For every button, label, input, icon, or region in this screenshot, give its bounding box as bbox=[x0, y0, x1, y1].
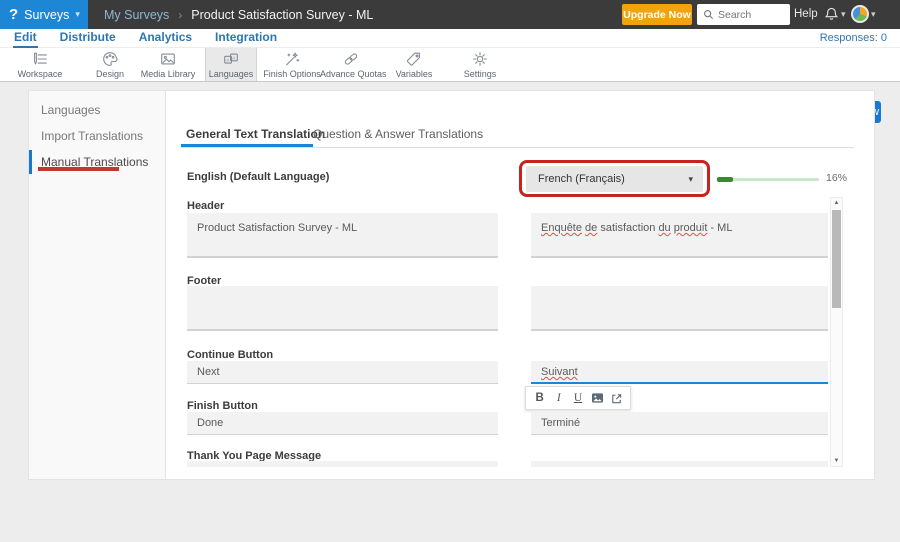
sidebar-item-manual-translations[interactable]: Manual Translations bbox=[29, 149, 165, 175]
insert-image-button[interactable] bbox=[590, 392, 605, 404]
translations-sidebar: Languages Import Translations Manual Tra… bbox=[29, 91, 166, 479]
translation-progress-label: 16% bbox=[826, 172, 847, 184]
tab-edit[interactable]: Edit bbox=[13, 29, 38, 48]
design-icon bbox=[101, 50, 119, 68]
header-translation-textarea[interactable]: Enquête de satisfaction du produit - ML bbox=[531, 213, 828, 258]
app-name: Surveys bbox=[24, 8, 69, 22]
edit-toolbar: Workspace Design Media Library xA Langua… bbox=[0, 48, 900, 82]
annotation-red-underline bbox=[38, 167, 119, 171]
footer-source-textarea[interactable] bbox=[187, 286, 498, 331]
insert-link-button[interactable] bbox=[609, 392, 624, 405]
field-label-header: Header bbox=[187, 200, 224, 212]
toolbar-media-library[interactable]: Media Library bbox=[135, 48, 201, 81]
continue-source-input[interactable]: Next bbox=[187, 361, 498, 384]
rich-text-toolbar: B I U bbox=[525, 386, 631, 410]
target-language-select[interactable]: French (Français) ▾ bbox=[526, 166, 703, 192]
bell-icon bbox=[824, 6, 839, 22]
avatar bbox=[851, 5, 869, 23]
variables-icon bbox=[405, 50, 423, 68]
top-header: ? Surveys ▾ My Surveys › Product Satisfa… bbox=[0, 0, 900, 29]
finish-options-icon bbox=[283, 50, 301, 68]
tab-distribute[interactable]: Distribute bbox=[59, 29, 117, 46]
search-icon bbox=[703, 9, 714, 20]
search-input[interactable] bbox=[718, 9, 782, 21]
chevron-down-icon: ▾ bbox=[841, 10, 846, 19]
thank-you-source-textarea[interactable] bbox=[187, 461, 498, 467]
translation-progress-bar bbox=[717, 178, 819, 181]
finish-source-input[interactable]: Done bbox=[187, 412, 498, 435]
toolbar-design[interactable]: Design bbox=[78, 48, 142, 81]
footer-translation-textarea[interactable] bbox=[531, 286, 828, 331]
finish-translation-input[interactable]: Terminé bbox=[531, 412, 828, 435]
chevron-down-icon: ▾ bbox=[75, 10, 80, 19]
tab-divider-line bbox=[181, 147, 854, 148]
breadcrumb: My Surveys › Product Satisfaction Survey… bbox=[104, 0, 373, 29]
global-search[interactable] bbox=[697, 4, 790, 25]
breadcrumb-survey-title: Product Satisfaction Survey - ML bbox=[191, 8, 373, 22]
responses-count[interactable]: Responses: 0 bbox=[820, 32, 887, 44]
scroll-down-icon[interactable]: ▼ bbox=[831, 458, 842, 464]
underline-button[interactable]: U bbox=[570, 392, 585, 404]
account-menu[interactable]: ▾ bbox=[851, 5, 876, 23]
source-language-label: English (Default Language) bbox=[187, 171, 329, 183]
tab-question-answer-translations[interactable]: Question & Answer Translations bbox=[313, 127, 483, 141]
settings-icon bbox=[471, 50, 489, 68]
notifications-menu[interactable]: ▾ bbox=[824, 6, 846, 22]
tab-analytics[interactable]: Analytics bbox=[138, 29, 193, 46]
toolbar-variables[interactable]: Variables bbox=[388, 48, 440, 81]
tab-integration[interactable]: Integration bbox=[214, 29, 278, 46]
toolbar-workspace[interactable]: Workspace bbox=[8, 48, 72, 81]
translations-scrollbar[interactable]: ▲ ▼ bbox=[830, 197, 843, 467]
survey-section-nav: Edit Distribute Analytics Integration Re… bbox=[0, 29, 900, 48]
italic-button[interactable]: I bbox=[551, 392, 566, 404]
header-source-textarea[interactable]: Product Satisfaction Survey - ML bbox=[187, 213, 498, 258]
bold-button[interactable]: B bbox=[532, 392, 547, 404]
scrollbar-thumb[interactable] bbox=[832, 210, 841, 308]
tab-general-text-translation[interactable]: General Text Translation bbox=[186, 127, 325, 141]
questionpro-app: ? Surveys ▾ My Surveys › Product Satisfa… bbox=[0, 0, 900, 542]
languages-icon: xA bbox=[222, 50, 240, 68]
scroll-up-icon[interactable]: ▲ bbox=[831, 200, 842, 206]
toolbar-languages[interactable]: xA Languages bbox=[205, 48, 257, 81]
translation-progress-fill bbox=[717, 177, 733, 182]
media-library-icon bbox=[159, 50, 177, 68]
questionpro-logo-icon: ? bbox=[9, 7, 18, 22]
field-label-finish-button: Finish Button bbox=[187, 400, 258, 412]
breadcrumb-separator: › bbox=[178, 8, 182, 22]
toolbar-finish-options[interactable]: Finish Options bbox=[262, 48, 322, 81]
advance-quotas-icon bbox=[342, 50, 360, 68]
upgrade-now-button[interactable]: Upgrade Now bbox=[622, 4, 692, 25]
chevron-down-icon: ▾ bbox=[871, 10, 876, 19]
toolbar-advance-quotas[interactable]: Advance Quotas bbox=[320, 48, 382, 81]
workspace-icon bbox=[31, 50, 49, 68]
sidebar-item-import-translations[interactable]: Import Translations bbox=[29, 123, 165, 149]
sidebar-item-languages[interactable]: Languages bbox=[29, 97, 165, 123]
translations-card: Languages Import Translations Manual Tra… bbox=[28, 90, 875, 480]
external-link-icon bbox=[610, 392, 623, 405]
selected-language: French (Français) bbox=[538, 173, 688, 185]
thank-you-translation-textarea[interactable] bbox=[531, 461, 828, 467]
image-icon bbox=[591, 392, 604, 404]
chevron-down-icon: ▾ bbox=[688, 175, 693, 184]
field-label-continue-button: Continue Button bbox=[187, 349, 273, 361]
product-switcher[interactable]: ? Surveys ▾ bbox=[0, 0, 88, 29]
toolbar-settings[interactable]: Settings bbox=[452, 48, 508, 81]
continue-translation-input[interactable]: Suivant bbox=[531, 361, 828, 384]
help-link[interactable]: Help bbox=[794, 8, 818, 20]
breadcrumb-my-surveys[interactable]: My Surveys bbox=[104, 8, 169, 22]
